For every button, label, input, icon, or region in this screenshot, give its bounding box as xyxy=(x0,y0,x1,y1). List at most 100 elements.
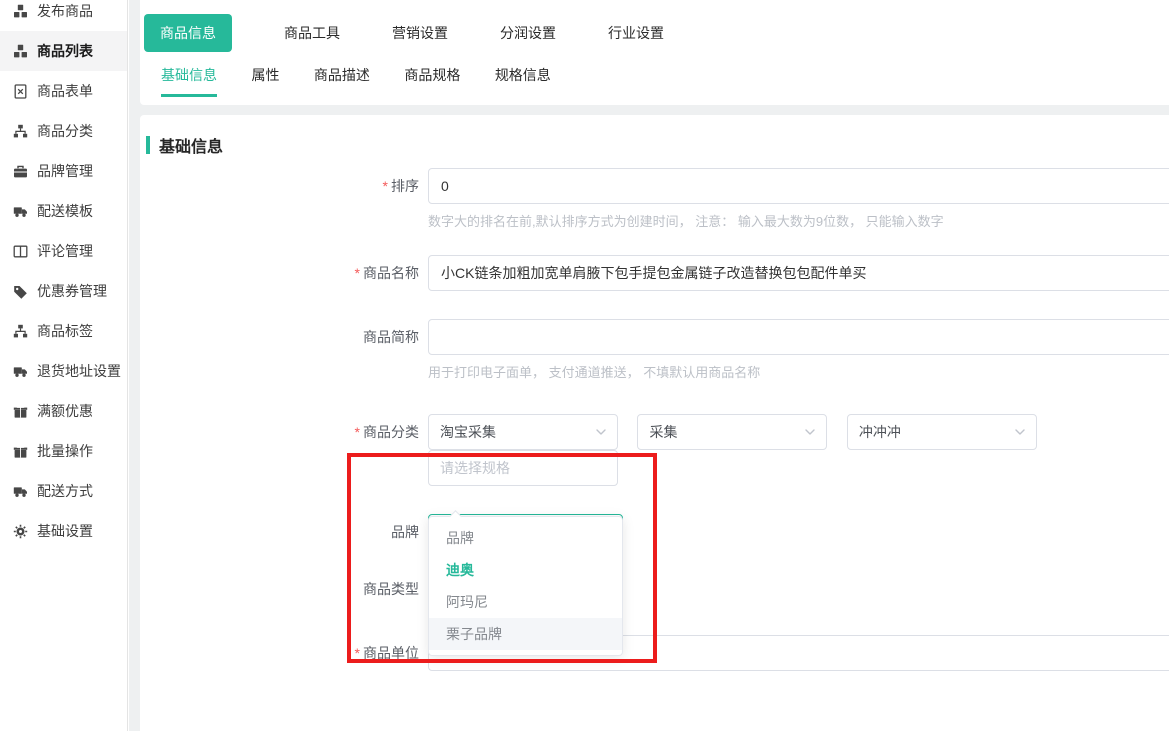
form-card: 基础信息 *排序 数字大的排名在前,默认排序方式为创建时间， 注意： 输入最大数… xyxy=(140,115,1169,731)
tab-profit-settings[interactable]: 分润设置 xyxy=(500,23,556,43)
sidebar-item-publish-product[interactable]: 发布商品 xyxy=(0,0,127,31)
sidebar-item-label: 配送模板 xyxy=(37,201,93,221)
sidebar-item-return-address-settings[interactable]: 退货地址设置 xyxy=(0,351,127,391)
brand-dropdown-panel: 品牌 迪奥 阿玛尼 栗子品牌 xyxy=(428,516,623,656)
sidebar-item-delivery-template[interactable]: 配送模板 xyxy=(0,191,127,231)
option-armani[interactable]: 阿玛尼 xyxy=(429,586,622,618)
sitemap-icon xyxy=(13,324,28,339)
columns-icon xyxy=(13,244,28,259)
required-asterisk: * xyxy=(355,424,360,440)
spec-select[interactable]: 请选择规格 xyxy=(428,450,618,486)
gear-icon xyxy=(13,524,28,539)
chevron-down-icon xyxy=(804,426,816,438)
attributes-label: 商品属性 xyxy=(140,721,428,731)
form-row-sort: *排序 数字大的排名在前,默认排序方式为创建时间， 注意： 输入最大数为9位数，… xyxy=(140,168,1169,230)
sub-tabs: 基础信息 属性 商品描述 商品规格 规格信息 xyxy=(144,65,1169,97)
unit-label: *商品单位 xyxy=(140,635,428,671)
required-asterisk: * xyxy=(383,178,388,194)
sidebar-item-label: 评论管理 xyxy=(37,241,93,261)
sidebar: 发布商品 商品列表 商品表单 商品分类 品牌管理 配送模板 评论管理 优惠券管 xyxy=(0,0,128,731)
form-row-short-name: 商品简称 用于打印电子面单， 支付通道推送， 不填默认用商品名称 xyxy=(140,319,1169,381)
section-accent-bar xyxy=(146,136,150,154)
file-icon xyxy=(13,84,28,99)
sidebar-item-label: 品牌管理 xyxy=(37,161,93,181)
truck-icon xyxy=(13,484,28,499)
tab-product-tools[interactable]: 商品工具 xyxy=(284,23,340,43)
sort-label: *排序 xyxy=(140,168,428,204)
gift-icon xyxy=(13,404,28,419)
section-title-text: 基础信息 xyxy=(159,133,223,157)
subtab-product-description[interactable]: 商品描述 xyxy=(314,65,370,94)
sidebar-item-label: 商品列表 xyxy=(37,41,93,61)
sidebar-item-label: 优惠券管理 xyxy=(37,281,107,301)
sidebar-item-product-list[interactable]: 商品列表 xyxy=(0,31,127,71)
header-tabs: 商品信息 商品工具 营销设置 分润设置 行业设置 xyxy=(144,14,1169,52)
sidebar-item-product-form[interactable]: 商品表单 xyxy=(0,71,127,111)
subtab-attributes[interactable]: 属性 xyxy=(251,65,279,94)
subtab-basic-info[interactable]: 基础信息 xyxy=(161,65,217,97)
truck-icon xyxy=(13,364,28,379)
sidebar-item-label: 商品表单 xyxy=(37,81,93,101)
spec-select-placeholder: 请选择规格 xyxy=(440,458,510,478)
form-row-attributes: 商品属性 推荐 新上 热卖 促销 xyxy=(140,721,1169,731)
form-row-product-type: 商品类型 xyxy=(140,571,1169,607)
tab-marketing-settings[interactable]: 营销设置 xyxy=(392,23,448,43)
option-dior[interactable]: 迪奥 xyxy=(429,554,622,586)
category-label: *商品分类 xyxy=(140,414,428,450)
option-brand-placeholder[interactable]: 品牌 xyxy=(429,522,622,554)
attributes-checkbox-group: 推荐 新上 热卖 促销 xyxy=(428,721,1169,731)
sidebar-item-full-discount[interactable]: 满额优惠 xyxy=(0,391,127,431)
sidebar-item-product-tags[interactable]: 商品标签 xyxy=(0,311,127,351)
sidebar-item-product-category[interactable]: 商品分类 xyxy=(0,111,127,151)
required-asterisk: * xyxy=(355,645,360,661)
subtab-product-specs[interactable]: 商品规格 xyxy=(404,65,460,94)
category-select-level1[interactable]: 淘宝采集 xyxy=(428,414,618,450)
main-content: 商品信息 商品工具 营销设置 分润设置 行业设置 基础信息 属性 商品描述 商品… xyxy=(129,0,1169,731)
tab-industry-settings[interactable]: 行业设置 xyxy=(608,23,664,43)
product-type-label: 商品类型 xyxy=(140,571,428,607)
subtab-spec-info[interactable]: 规格信息 xyxy=(495,65,551,94)
short-name-input[interactable] xyxy=(428,319,1169,355)
product-name-label: *商品名称 xyxy=(140,255,428,291)
brand-label: 品牌 xyxy=(140,514,428,550)
tabs-card: 商品信息 商品工具 营销设置 分润设置 行业设置 基础信息 属性 商品描述 商品… xyxy=(140,0,1169,105)
category-select-level2[interactable]: 采集 xyxy=(637,414,827,450)
cubes-icon xyxy=(13,4,28,19)
cubes-icon xyxy=(13,44,28,59)
tab-product-info[interactable]: 商品信息 xyxy=(144,14,232,52)
sidebar-item-label: 发布商品 xyxy=(37,1,93,21)
sidebar-item-review-management[interactable]: 评论管理 xyxy=(0,231,127,271)
sidebar-item-coupon-management[interactable]: 优惠券管理 xyxy=(0,271,127,311)
category-select-level3[interactable]: 冲冲冲 xyxy=(847,414,1037,450)
sidebar-menu: 发布商品 商品列表 商品表单 商品分类 品牌管理 配送模板 评论管理 优惠券管 xyxy=(0,0,127,551)
form-row-category: *商品分类 淘宝采集 采集 冲冲冲 请选择规格 xyxy=(140,414,1169,486)
sidebar-item-batch-operations[interactable]: 批量操作 xyxy=(0,431,127,471)
option-lizi-brand[interactable]: 栗子品牌 xyxy=(429,618,622,650)
category-level2-value: 采集 xyxy=(649,422,677,442)
short-name-label: 商品简称 xyxy=(140,319,428,355)
sidebar-item-delivery-method[interactable]: 配送方式 xyxy=(0,471,127,511)
product-name-input[interactable] xyxy=(428,255,1169,291)
section-header: 基础信息 xyxy=(146,133,1169,157)
category-level3-value: 冲冲冲 xyxy=(859,422,901,442)
form-row-unit: *商品单位 xyxy=(140,635,1169,671)
briefcase-icon xyxy=(13,164,28,179)
chevron-down-icon xyxy=(1014,426,1026,438)
chevron-down-icon xyxy=(595,426,607,438)
sidebar-item-basic-settings[interactable]: 基础设置 xyxy=(0,511,127,551)
sidebar-item-label: 批量操作 xyxy=(37,441,93,461)
tag-icon xyxy=(13,284,28,299)
sidebar-item-label: 满额优惠 xyxy=(37,401,93,421)
sitemap-icon xyxy=(13,124,28,139)
sidebar-item-label: 基础设置 xyxy=(37,521,93,541)
gift-icon xyxy=(13,444,28,459)
sidebar-item-label: 配送方式 xyxy=(37,481,93,501)
sidebar-item-label: 商品标签 xyxy=(37,321,93,341)
short-name-hint: 用于打印电子面单， 支付通道推送， 不填默认用商品名称 xyxy=(428,362,1169,381)
sidebar-item-brand-management[interactable]: 品牌管理 xyxy=(0,151,127,191)
sort-hint: 数字大的排名在前,默认排序方式为创建时间， 注意： 输入最大数为9位数， 只能输… xyxy=(428,211,1169,230)
sidebar-item-label: 退货地址设置 xyxy=(37,361,121,381)
sort-input[interactable] xyxy=(428,168,1169,204)
sidebar-item-label: 商品分类 xyxy=(37,121,93,141)
form-row-product-name: *商品名称 xyxy=(140,255,1169,291)
